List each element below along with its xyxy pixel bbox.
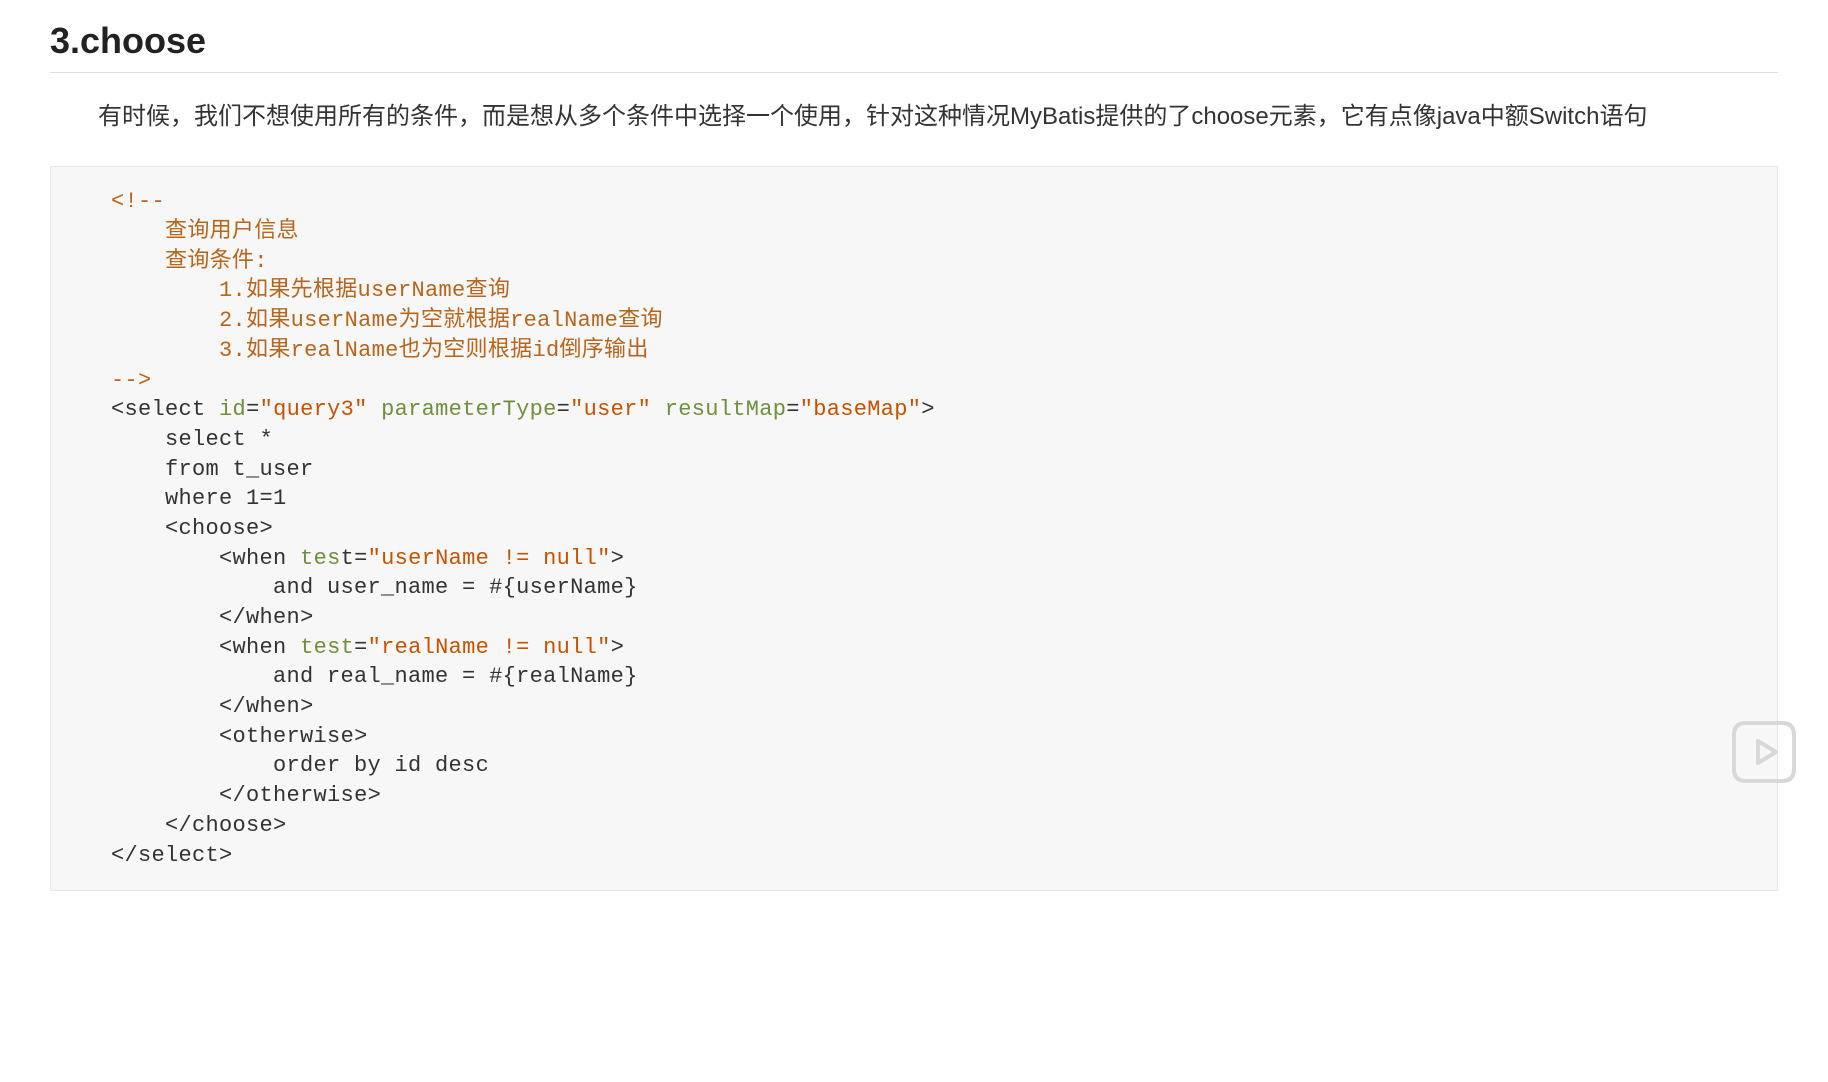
document-content: 3.choose 有时候，我们不想使用所有的条件，而是想从多个条件中选择一个使用…	[0, 0, 1828, 891]
section-description: 有时候，我们不想使用所有的条件，而是想从多个条件中选择一个使用，针对这种情况My…	[50, 98, 1778, 136]
code-block: <!-- 查询用户信息 查询条件: 1.如果先根据userName查询 2.如果…	[50, 166, 1778, 891]
video-float-icon[interactable]	[1725, 717, 1803, 787]
section-heading: 3.choose	[50, 20, 1778, 73]
